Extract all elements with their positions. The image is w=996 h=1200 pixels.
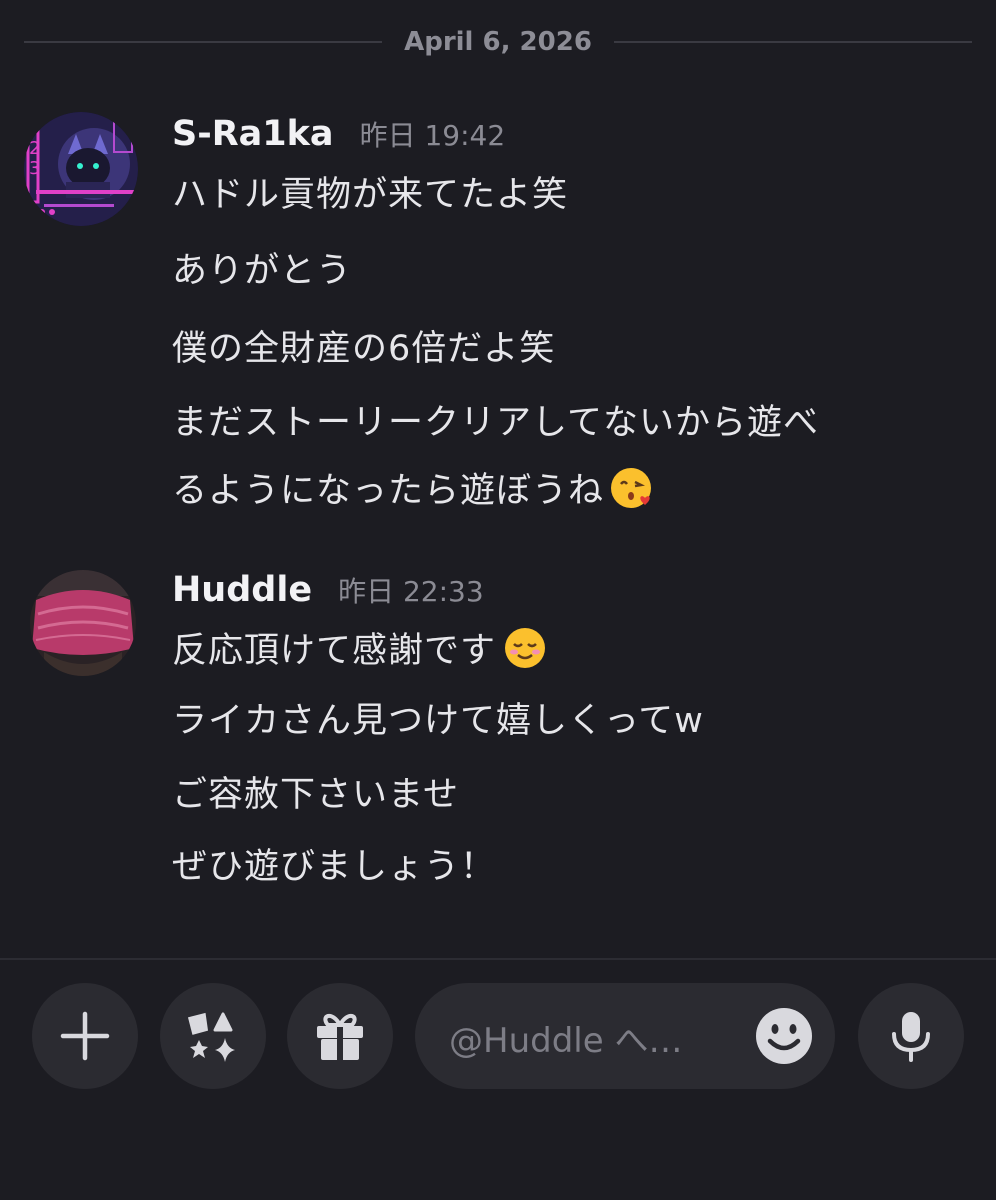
message-line: まだストーリークリアしてないから遊べ	[172, 403, 819, 443]
message-header: S-Ra1ka 昨日 19:42	[172, 114, 956, 164]
author-name[interactable]: S-Ra1ka	[172, 114, 334, 154]
message-line: ハドル貢物が来てたよ笑	[172, 175, 569, 215]
timestamp: 昨日 19:42	[359, 119, 506, 152]
message-line: るようになったら遊ぼうね	[172, 471, 605, 511]
message-line: ライカさん見つけて嬉しくってw	[172, 701, 704, 741]
message-line: 反応頂けて感謝です	[172, 631, 497, 671]
gift-button[interactable]	[287, 983, 393, 1089]
gift-icon	[317, 1014, 363, 1060]
avatar[interactable]	[30, 570, 136, 676]
message-input-placeholder: @Huddle へ…	[449, 1021, 683, 1061]
composer-divider	[0, 958, 996, 960]
emoji-icon[interactable]	[755, 1007, 813, 1065]
divider-line-right	[613, 41, 973, 43]
message-line: ご容赦下さいませ	[172, 775, 459, 815]
author-name[interactable]: Huddle	[172, 570, 312, 610]
svg-text:2: 2	[29, 138, 40, 159]
avatar[interactable]: 2 3	[24, 112, 138, 226]
message-line: ぜひ遊びましょう！	[172, 847, 497, 887]
message-line: 僕の全財産の6倍だよ笑	[172, 329, 556, 369]
message-input[interactable]: @Huddle へ…	[415, 983, 835, 1089]
date-label: April 6, 2026	[404, 27, 592, 57]
message-body: Huddle 昨日 22:33 反応頂けて感謝です ライカさん見つけて嬉しくって…	[172, 570, 956, 887]
message-line-wrap: 反応頂けて感謝です	[172, 622, 549, 673]
add-button[interactable]	[32, 983, 138, 1089]
apps-icon	[187, 1012, 235, 1062]
message-line: ありがとう	[172, 251, 353, 291]
message-header: Huddle 昨日 22:33	[172, 570, 956, 620]
svg-text:3: 3	[29, 158, 40, 179]
voice-message-button[interactable]	[858, 983, 964, 1089]
plus-icon	[60, 1011, 110, 1061]
message-body: S-Ra1ka 昨日 19:42 ハドル貢物が来てたよ笑 ありがとう 僕の全財産…	[172, 114, 956, 511]
timestamp: 昨日 22:33	[338, 575, 484, 608]
message-line-wrap: るようになったら遊ぼうね	[172, 462, 657, 513]
divider-line-left	[24, 41, 383, 43]
smiling-face-emoji-icon	[505, 628, 546, 668]
kissing-heart-emoji-icon	[611, 468, 652, 508]
microphone-icon	[892, 1012, 930, 1062]
date-divider: April 6, 2026	[24, 22, 973, 62]
apps-button[interactable]	[160, 983, 266, 1089]
